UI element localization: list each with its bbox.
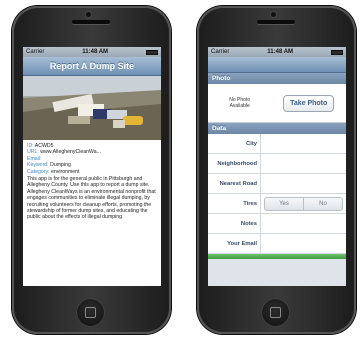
notes-row: Notes — [208, 214, 346, 234]
home-button[interactable] — [261, 298, 290, 327]
email-row: Your Email — [208, 234, 346, 254]
category-label: Category: — [27, 168, 50, 175]
phone-right: Carrier 11:48 AM Photo No Photo Availabl… — [197, 6, 356, 334]
take-photo-button[interactable]: Take Photo — [283, 94, 335, 112]
status-time: 11:48 AM — [267, 49, 294, 55]
neighborhood-field[interactable] — [261, 154, 346, 173]
report-form: Photo No Photo Available Take Photo Data… — [208, 73, 346, 286]
dump-site-photo — [23, 76, 161, 140]
status-bar: Carrier 11:48 AM — [23, 47, 161, 57]
home-button[interactable] — [76, 298, 105, 327]
screen-left: Carrier 11:48 AM Report A Dump Site ID: … — [23, 47, 161, 286]
carrier-label: Carrier — [211, 49, 230, 55]
nav-bar: Report A Dump Site — [23, 57, 161, 76]
info-row-category: Category: environment — [27, 169, 157, 175]
photo-cell: No Photo Available Take Photo — [208, 84, 346, 123]
camera — [86, 12, 91, 17]
phone-left: Carrier 11:48 AM Report A Dump Site ID: … — [12, 6, 171, 334]
notes-field[interactable] — [261, 214, 346, 233]
keyword-value: Dumping — [50, 162, 71, 169]
dump-site-image — [23, 76, 161, 140]
home-square-icon — [270, 307, 281, 318]
id-value: ACWD5 — [34, 143, 54, 149]
home-square-icon — [85, 307, 96, 318]
keyword-label: Keyword: — [27, 162, 49, 169]
speaker-grille — [257, 20, 295, 24]
nearest-road-label: Nearest Road — [208, 174, 261, 193]
city-field[interactable] — [261, 134, 346, 153]
data-section-header: Data — [208, 123, 346, 134]
url-value[interactable]: www.AlleghenyCleanWa... — [40, 149, 101, 155]
nearest-road-row: Nearest Road — [208, 174, 346, 194]
page-title: Report A Dump Site — [49, 61, 135, 71]
photo-section-header: Photo — [208, 73, 346, 84]
id-label: ID: — [27, 143, 34, 149]
status-bar: Carrier 11:48 AM — [208, 47, 346, 57]
city-label: City — [208, 134, 261, 153]
no-photo-text: No Photo Available — [229, 97, 251, 109]
nav-bar — [208, 57, 346, 73]
nearest-road-field[interactable] — [261, 174, 346, 193]
city-row: City — [208, 134, 346, 154]
tires-segmented-control: Yes No — [261, 194, 346, 213]
email-label: Email: — [27, 155, 42, 162]
status-time: 11:48 AM — [82, 49, 109, 55]
tires-label: Tires — [208, 194, 261, 213]
app-description: This app is for the general public in Pi… — [27, 176, 156, 221]
battery-icon — [145, 49, 158, 55]
screen-right: Carrier 11:48 AM Photo No Photo Availabl… — [208, 47, 346, 286]
battery-icon — [330, 49, 343, 55]
url-label: URL: — [27, 149, 39, 156]
tires-yes-button[interactable]: Yes — [264, 196, 304, 211]
neighborhood-label: Neighborhood — [208, 154, 261, 173]
carrier-label: Carrier — [26, 49, 45, 55]
tires-no-button[interactable]: No — [304, 196, 343, 211]
your-email-label: Your Email — [208, 234, 261, 253]
notes-label: Notes — [208, 214, 261, 233]
site-info: ID: ACWD5 URL: www.AlleghenyCleanWa... E… — [23, 140, 161, 224]
your-email-field[interactable] — [261, 234, 346, 253]
category-value: environment — [50, 168, 80, 175]
speaker-grille — [72, 20, 110, 24]
tires-row: Tires Yes No — [208, 194, 346, 214]
camera — [271, 12, 276, 17]
submit-button[interactable] — [208, 254, 346, 259]
neighborhood-row: Neighborhood — [208, 154, 346, 174]
